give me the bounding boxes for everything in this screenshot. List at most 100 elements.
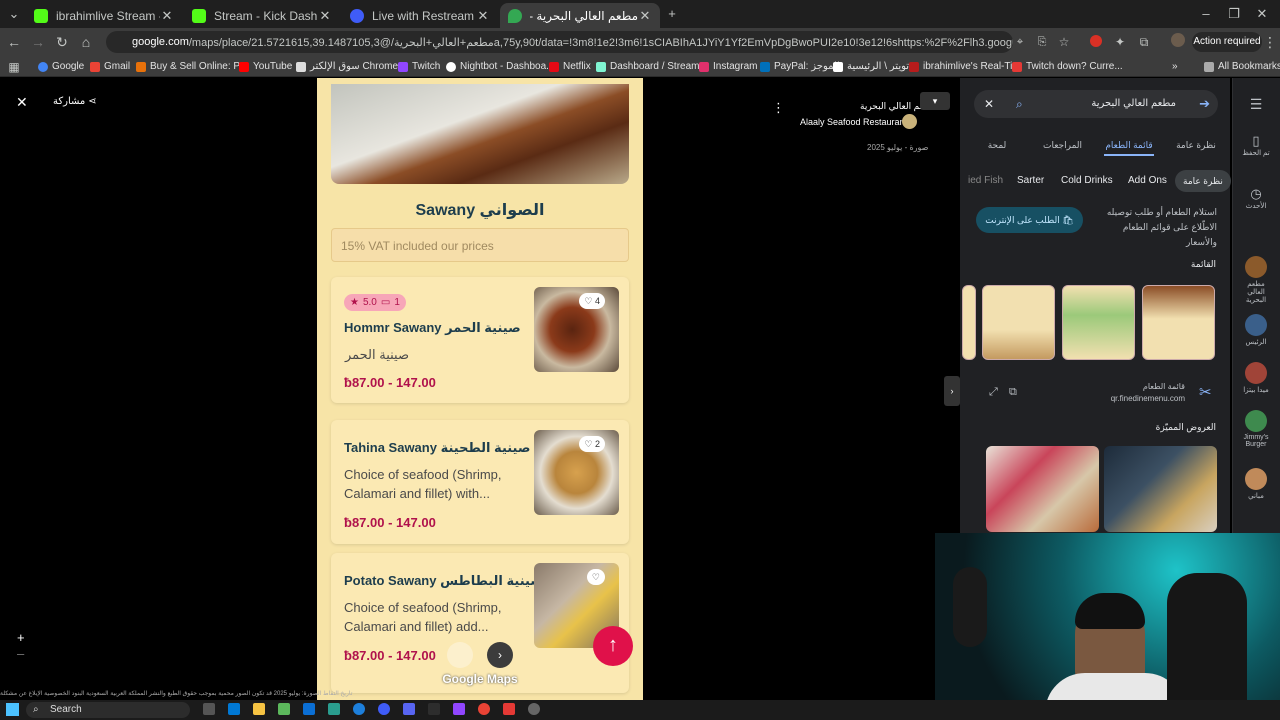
bookmark-youtube[interactable]: YouTube: [239, 59, 292, 74]
task-view-icon[interactable]: [203, 703, 215, 715]
browser-menu-icon[interactable]: ⋮: [1260, 32, 1280, 52]
store-icon[interactable]: [303, 703, 315, 715]
search-icon[interactable]: ⌕: [1016, 97, 1023, 112]
tab-menu[interactable]: قائمة الطعام: [1104, 140, 1154, 151]
menu-thumbnail[interactable]: [982, 285, 1055, 360]
menu-thumbnail[interactable]: [1062, 285, 1135, 360]
close-window-icon[interactable]: ✕: [1252, 4, 1272, 24]
next-photo-button[interactable]: ›: [487, 642, 513, 668]
bookmarks-overflow-icon[interactable]: »: [1172, 59, 1178, 74]
back-icon[interactable]: ←: [4, 32, 24, 52]
share-button[interactable]: مشاركة ⋖: [53, 96, 96, 107]
chrome-icon[interactable]: [478, 703, 490, 715]
rail-recent-place[interactable]: Jimmy's Burger: [1238, 410, 1274, 448]
copy-link-icon[interactable]: ⧉: [1009, 386, 1017, 399]
maximize-icon[interactable]: ❐: [1224, 4, 1244, 24]
rail-recents[interactable]: ◷ الأحدث: [1238, 186, 1274, 210]
close-search-icon[interactable]: ✕: [984, 97, 994, 111]
order-online-button[interactable]: الطلب على الإنترنت 🛍: [976, 207, 1083, 233]
minimize-icon[interactable]: –: [1196, 4, 1216, 24]
file-explorer-icon[interactable]: [253, 703, 265, 715]
app-icon[interactable]: [453, 703, 465, 715]
directions-arrow-icon[interactable]: ➔: [1199, 96, 1210, 112]
copilot-icon[interactable]: [228, 703, 240, 715]
discord-icon[interactable]: [403, 703, 415, 715]
expand-panel-icon[interactable]: ▾: [920, 92, 950, 110]
menu-thumbnail[interactable]: [1142, 285, 1215, 360]
bookmark-instagram[interactable]: Instagram: [699, 59, 757, 74]
chip-fried-fish[interactable]: ied Fish: [960, 170, 1011, 192]
bookmark-twitter[interactable]: تويتر \ الرئيسية: [833, 59, 909, 74]
chip-starter[interactable]: Sarter: [1009, 170, 1052, 192]
forward-icon[interactable]: →: [28, 32, 48, 52]
chip-overview[interactable]: نظرة عامة: [1175, 170, 1231, 192]
tab-restream[interactable]: Live with Restream - Restream ✕: [342, 3, 498, 28]
tab-reviews[interactable]: المراجعات: [1043, 140, 1082, 151]
location-icon[interactable]: ⌖: [1010, 32, 1030, 52]
bookmark-twitch[interactable]: Twitch: [398, 59, 440, 74]
home-icon[interactable]: ⌂: [76, 32, 96, 52]
featured-photo[interactable]: [986, 446, 1099, 532]
bookmark-netflix[interactable]: Netflix: [549, 59, 591, 74]
bookmark-gmail[interactable]: Gmail: [90, 59, 130, 74]
apps-grid-icon[interactable]: ▦: [4, 57, 24, 77]
new-tab-icon[interactable]: +: [662, 4, 682, 24]
like-badge[interactable]: ♡: [586, 569, 605, 585]
tab-google-maps[interactable]: مطعم العالي البحرية - خرائط Google ✕: [500, 3, 660, 28]
extension-red-icon[interactable]: [1086, 32, 1106, 52]
bookmark-google[interactable]: Google: [38, 59, 84, 74]
rail-saved[interactable]: ▯ تم الحفظ: [1238, 133, 1274, 157]
windows-start-icon[interactable]: [6, 703, 19, 716]
reload-icon[interactable]: ↻: [52, 32, 72, 52]
tab-search-icon[interactable]: ⌄: [4, 4, 24, 24]
rail-recent-place[interactable]: ميدا بيتزا: [1238, 362, 1274, 394]
menu-item-card[interactable]: Tahina Sawany صينية الطحينة Choice of se…: [331, 420, 629, 544]
obs-icon[interactable]: [428, 703, 440, 715]
rail-recent-place[interactable]: مطعم العالي البحرية: [1238, 256, 1274, 304]
tab-kick-stream[interactable]: ibrahimlive Stream - Watch Live ✕: [26, 3, 182, 28]
bookmark-streamlabs[interactable]: Dashboard / Stream...: [596, 59, 708, 74]
menu-thumbnail[interactable]: [962, 285, 976, 360]
install-icon[interactable]: ⎘: [1032, 32, 1052, 52]
more-options-icon[interactable]: ⋮: [772, 100, 785, 116]
bookmark-chrome-store[interactable]: سوق الإلكتر Chrome: [296, 59, 398, 74]
tab-overview[interactable]: نظرة عامة: [1174, 140, 1218, 151]
tab-about[interactable]: لمحة: [984, 140, 1010, 151]
collapse-panel-icon[interactable]: ›: [944, 376, 960, 406]
address-bar[interactable]: google.com/maps/place/مطعم+العالي+البحري…: [106, 31, 1013, 53]
menu-source-domain[interactable]: qr.finedinemenu.com: [1100, 394, 1185, 403]
app-icon[interactable]: [278, 703, 290, 715]
rail-recent-place[interactable]: مباني: [1238, 468, 1274, 500]
bookmark-realtime[interactable]: ibrahimlive's Real-Ti...: [909, 59, 1021, 74]
edge-icon[interactable]: [353, 703, 365, 715]
bookmark-star-icon[interactable]: ☆: [1054, 32, 1074, 52]
tab-kick-dashboard[interactable]: Stream - Kick Dashboard ✕: [184, 3, 340, 28]
rail-recent-place[interactable]: الرئيس: [1238, 314, 1274, 346]
open-in-new-icon[interactable]: ⤢: [989, 386, 998, 399]
close-tab-icon[interactable]: ✕: [160, 8, 174, 24]
extension-icon[interactable]: ✦: [1110, 32, 1130, 52]
close-viewer-icon[interactable]: ✕: [16, 94, 30, 110]
previous-photo-button[interactable]: [447, 642, 473, 668]
restream-app-icon[interactable]: [378, 703, 390, 715]
maps-search-box[interactable]: ✕ ⌕ مطعم العالي البحرية ➔: [974, 90, 1218, 118]
all-bookmarks[interactable]: All Bookmarks: [1204, 59, 1280, 74]
zoom-out-button[interactable]: –: [17, 646, 24, 661]
like-badge[interactable]: ♡ 2: [579, 436, 605, 452]
bookmark-nightbot[interactable]: Nightbot - Dashboa...: [446, 59, 555, 74]
settings-icon[interactable]: [528, 703, 540, 715]
action-required-button[interactable]: Action required: [1192, 32, 1262, 52]
like-badge[interactable]: ♡ 4: [579, 293, 605, 309]
chip-add-ons[interactable]: Add Ons: [1120, 170, 1175, 192]
close-tab-icon[interactable]: ✕: [638, 8, 652, 24]
app-icon[interactable]: [503, 703, 515, 715]
chip-cold-drinks[interactable]: Cold Drinks: [1053, 170, 1121, 192]
featured-photo[interactable]: [1104, 446, 1217, 532]
bookmark-paypal[interactable]: PayPal: الموجز: [760, 59, 840, 74]
hamburger-menu-icon[interactable]: ☰: [1238, 96, 1274, 113]
profile-avatar[interactable]: [1168, 32, 1188, 52]
bookmark-buysell[interactable]: Buy & Sell Online: P...: [136, 59, 247, 74]
zoom-in-button[interactable]: +: [17, 630, 25, 645]
close-tab-icon[interactable]: ✕: [476, 8, 490, 24]
scroll-top-button[interactable]: ↑: [593, 626, 633, 666]
